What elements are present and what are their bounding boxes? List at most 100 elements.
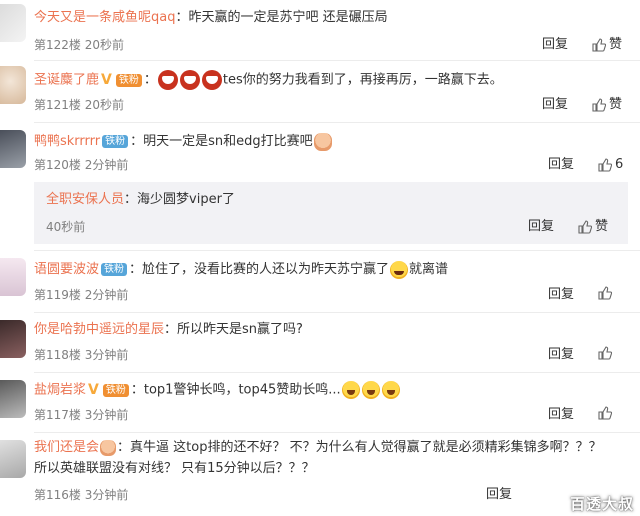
timestamp: 3分钟前: [84, 408, 129, 422]
thumb-up-icon: [598, 406, 612, 420]
comment-item: 语圆要波波 铁粉 ：尬住了，没看比赛的人还以为昨天苏宁赢了 就离谱 第119楼 2分钟…: [0, 252, 640, 310]
comment-text: tes你的努力我看到了，再接再厉，一路赢下去。: [222, 72, 503, 88]
comment-line: 圣诞麋了鹿 V 铁粉： tes你的努力我看到了，再接再厉，一路赢下去。: [34, 70, 503, 90]
emoji-icon: [201, 70, 222, 90]
username-link[interactable]: 我们还是会: [34, 440, 99, 455]
comment-meta: 第117楼 3分钟前: [34, 406, 128, 424]
timestamp: 2分钟前: [84, 288, 129, 302]
thumb-up-icon: [592, 38, 606, 52]
floor-number: 第122楼: [34, 38, 81, 52]
reply-button[interactable]: 回复: [548, 156, 574, 174]
comment-line: 盐焗岩浆 V 铁粉 ：top1警钟长鸣，top45赞助长鸣...: [34, 380, 632, 401]
floor-number: 第116楼: [34, 488, 81, 502]
like-button[interactable]: [598, 406, 612, 420]
like-button[interactable]: 赞: [578, 218, 608, 236]
divider: [34, 432, 640, 433]
floor-number: 第120楼: [34, 158, 81, 172]
avatar[interactable]: [0, 130, 26, 168]
reply-button[interactable]: 回复: [548, 406, 574, 424]
fan-badge: 铁粉: [101, 263, 128, 276]
reply-button[interactable]: 回复: [548, 346, 574, 364]
comment-item: 盐焗岩浆 V 铁粉 ：top1警钟长鸣，top45赞助长鸣... 第117楼 3分钟前…: [0, 374, 640, 432]
like-button[interactable]: [598, 346, 612, 360]
verified-v-icon: V: [101, 72, 112, 88]
floor-number: 第121楼: [34, 98, 81, 112]
thumb-up-icon: [598, 158, 612, 172]
comment-line-2: 所以英雄联盟没有对线？ 只有15分钟以后？？？: [34, 459, 632, 479]
emoji-icon: [341, 381, 360, 399]
username-link[interactable]: 鸭鸭skrrrrr: [34, 134, 100, 149]
floor-number: 第117楼: [34, 408, 81, 422]
timestamp: 3分钟前: [84, 488, 129, 502]
avatar[interactable]: [0, 380, 26, 418]
fan-badge: 铁粉: [102, 383, 129, 397]
fan-level-icon: [100, 439, 117, 456]
like-button[interactable]: 赞: [592, 36, 622, 54]
comment-item: 你是哈勃中遥远的星辰：所以昨天是sn赢了吗? 第118楼 3分钟前 回复: [0, 314, 640, 372]
emoji-icon: [157, 70, 178, 90]
username-link[interactable]: 圣诞麋了鹿: [34, 73, 99, 88]
comment-meta: 第119楼 2分钟前: [34, 286, 128, 304]
emoji-icon: [179, 70, 200, 90]
emoji-icon: [390, 260, 409, 279]
thumb-up-icon: [578, 220, 592, 234]
fan-badge: 铁粉: [115, 73, 142, 87]
comment-meta: 第120楼 2分钟前: [34, 156, 128, 174]
timestamp: 40秒前: [46, 220, 86, 234]
username-link[interactable]: 你是哈勃中遥远的星辰: [34, 322, 164, 337]
comment-line: 你是哈勃中遥远的星辰：所以昨天是sn赢了吗?: [34, 322, 303, 337]
reply-button[interactable]: 回复: [528, 218, 554, 236]
fan-badge: 铁粉: [102, 135, 129, 148]
divider: [34, 372, 640, 373]
verified-v-icon: V: [88, 382, 99, 398]
reply-button[interactable]: 回复: [548, 286, 574, 304]
comment-meta: 第122楼 20秒前: [34, 36, 124, 54]
timestamp: 2分钟前: [84, 158, 129, 172]
comment-text: 所以昨天是sn赢了吗?: [177, 322, 303, 337]
sub-reply-box: 全职安保人员：海少圆梦viper了 40秒前 回复 赞: [34, 182, 628, 244]
reply-button[interactable]: 回复: [486, 486, 512, 504]
like-label: 赞: [609, 97, 623, 112]
reply-button[interactable]: 回复: [542, 96, 568, 114]
emoji-icon: [313, 132, 332, 151]
comment-line: 今天又是一条咸鱼呢qaq：昨天赢的一定是苏宁吧 还是碾压局: [34, 10, 388, 25]
comment-line: 鸭鸭skrrrrr 铁粉 ：明天一定是sn和edg打比赛吧: [34, 132, 632, 152]
comment-item: 圣诞麋了鹿 V 铁粉： tes你的努力我看到了，再接再厉，一路赢下去。 第121楼 2…: [0, 62, 640, 120]
thumb-up-icon: [598, 286, 612, 300]
username-link[interactable]: 今天又是一条咸鱼呢qaq: [34, 10, 175, 25]
like-label: 赞: [609, 37, 623, 52]
reply-button[interactable]: 回复: [542, 36, 568, 54]
avatar[interactable]: [0, 440, 26, 478]
sub-reply-line: 全职安保人员：海少圆梦viper了: [46, 192, 235, 207]
like-label: 赞: [595, 219, 609, 234]
avatar[interactable]: [0, 4, 26, 42]
sub-reply-meta: 40秒前: [46, 218, 85, 236]
comment-text-continued: 所以英雄联盟没有对线？ 只有15分钟以后？？？: [34, 461, 315, 476]
comment-item: 鸭鸭skrrrrr 铁粉 ：明天一定是sn和edg打比赛吧 第120楼 2分钟前 回…: [0, 124, 640, 244]
sub-reply-text: 海少圆梦viper了: [137, 192, 235, 207]
comment-meta: 第118楼 3分钟前: [34, 346, 128, 364]
comment-item: 今天又是一条咸鱼呢qaq：昨天赢的一定是苏宁吧 还是碾压局 第122楼 20秒前…: [0, 0, 640, 56]
avatar[interactable]: [0, 320, 26, 358]
comment-text-continued: 就离谱: [409, 262, 449, 277]
comment-text: 真牛逼 这top排的还不好？ 不？为什么有人觉得赢了就是必须精彩集锦多啊？？？: [130, 440, 602, 455]
avatar[interactable]: [0, 258, 26, 296]
avatar[interactable]: [0, 66, 26, 104]
like-count: 6: [615, 157, 624, 172]
divider: [34, 312, 640, 313]
timestamp: 3分钟前: [84, 348, 129, 362]
comment-text: 昨天赢的一定是苏宁吧 还是碾压局: [188, 10, 388, 25]
watermark: 百透大叔: [569, 495, 634, 513]
sub-reply-username-link[interactable]: 全职安保人员: [46, 192, 124, 207]
like-button[interactable]: 赞: [592, 96, 622, 114]
timestamp: 20秒前: [84, 38, 125, 52]
like-button[interactable]: [598, 286, 612, 300]
comment-line: 语圆要波波 铁粉 ：尬住了，没看比赛的人还以为昨天苏宁赢了 就离谱: [34, 260, 449, 279]
divider: [34, 250, 640, 251]
comment-text: 明天一定是sn和edg打比赛吧: [143, 134, 313, 149]
like-button[interactable]: 6: [598, 156, 623, 174]
comment-meta: 第116楼 3分钟前: [34, 486, 128, 504]
username-link[interactable]: 语圆要波波: [34, 262, 99, 277]
username-link[interactable]: 盐焗岩浆: [34, 383, 86, 398]
timestamp: 20秒前: [84, 98, 125, 112]
